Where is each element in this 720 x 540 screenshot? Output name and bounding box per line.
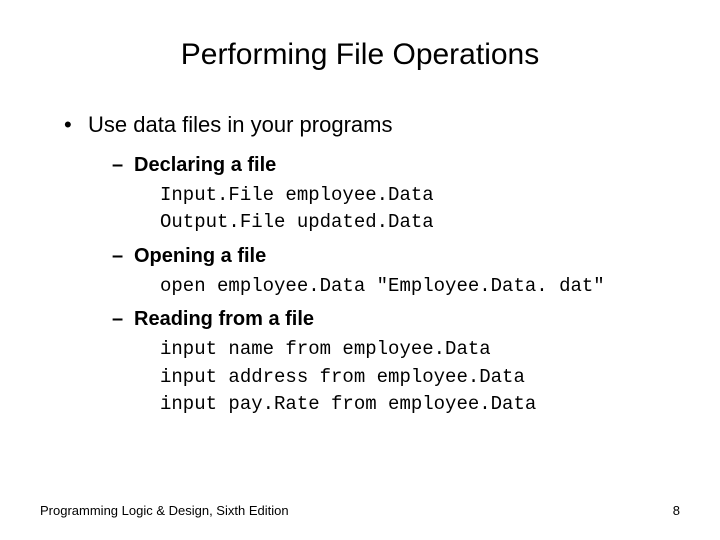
section-heading: Reading from a file xyxy=(134,308,314,330)
code-block: input name from employee.Data input addr… xyxy=(134,336,680,419)
code-line: Output.File updated.Data xyxy=(160,209,680,237)
code-line: input address from employee.Data xyxy=(160,364,680,392)
code-block: open employee.Data "Employee.Data. dat" xyxy=(134,273,680,301)
main-bullet-text: Use data files in your programs xyxy=(88,112,392,137)
section-heading: Opening a file xyxy=(134,245,266,267)
code-line: input name from employee.Data xyxy=(160,336,680,364)
section-declaring: Declaring a file Input.File employee.Dat… xyxy=(112,150,680,237)
section-reading: Reading from a file input name from empl… xyxy=(112,304,680,419)
code-line: open employee.Data "Employee.Data. dat" xyxy=(160,273,680,301)
bullet-list-level2: Declaring a file Input.File employee.Dat… xyxy=(88,150,680,419)
section-opening: Opening a file open employee.Data "Emplo… xyxy=(112,241,680,301)
code-line: Input.File employee.Data xyxy=(160,182,680,210)
slide-footer: Programming Logic & Design, Sixth Editio… xyxy=(40,503,680,518)
code-block: Input.File employee.Data Output.File upd… xyxy=(134,182,680,237)
bullet-list-level1: Use data files in your programs Declarin… xyxy=(40,110,680,419)
slide-title: Performing File Operations xyxy=(40,38,680,72)
footer-page-number: 8 xyxy=(673,503,680,518)
section-heading: Declaring a file xyxy=(134,154,276,176)
code-line: input pay.Rate from employee.Data xyxy=(160,391,680,419)
footer-left: Programming Logic & Design, Sixth Editio… xyxy=(40,503,289,518)
main-bullet: Use data files in your programs Declarin… xyxy=(64,110,680,419)
